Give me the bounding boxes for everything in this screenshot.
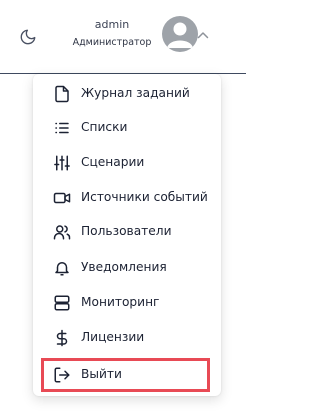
logout-icon — [53, 366, 71, 384]
chevron-up-icon[interactable] — [197, 31, 209, 39]
server-icon — [53, 294, 71, 312]
menu-item-logout[interactable]: Выйти — [33, 358, 221, 392]
menu-item-users[interactable]: Пользователи — [33, 215, 221, 249]
menu-item-lists[interactable]: Списки — [33, 111, 221, 145]
user-dropdown-menu: Журнал заданий Списки Сценарии Источники — [33, 74, 221, 396]
user-role: Администратор — [72, 37, 152, 48]
menu-item-label: Списки — [81, 120, 128, 134]
menu-item-label: Источники событий — [81, 190, 208, 204]
menu-item-licenses[interactable]: Лицензии — [33, 321, 221, 355]
video-camera-icon — [53, 189, 71, 207]
menu-item-label: Лицензии — [81, 330, 145, 344]
sliders-icon — [53, 154, 71, 172]
user-info: admin Администратор — [60, 17, 164, 50]
top-header: admin Администратор — [0, 0, 246, 74]
file-icon — [53, 85, 71, 103]
menu-item-task-log[interactable]: Журнал заданий — [33, 77, 221, 111]
menu-item-notifications[interactable]: Уведомления — [33, 251, 221, 285]
menu-item-monitoring[interactable]: Мониторинг — [33, 286, 221, 320]
menu-item-label: Мониторинг — [81, 295, 160, 309]
menu-item-event-sources[interactable]: Источники событий — [33, 181, 221, 215]
menu-item-label: Сценарии — [81, 155, 145, 169]
menu-item-label: Уведомления — [81, 260, 167, 274]
menu-item-scenarios[interactable]: Сценарии — [33, 146, 221, 180]
list-icon — [53, 119, 71, 137]
users-icon — [53, 223, 71, 241]
moon-icon[interactable] — [19, 28, 37, 46]
bell-icon — [53, 259, 71, 277]
dollar-icon — [53, 329, 71, 347]
user-avatar-icon[interactable] — [162, 16, 198, 52]
menu-item-label: Пользователи — [81, 224, 172, 238]
user-name: admin — [94, 18, 130, 31]
menu-item-label: Журнал заданий — [81, 86, 190, 100]
menu-item-label: Выйти — [81, 367, 122, 381]
